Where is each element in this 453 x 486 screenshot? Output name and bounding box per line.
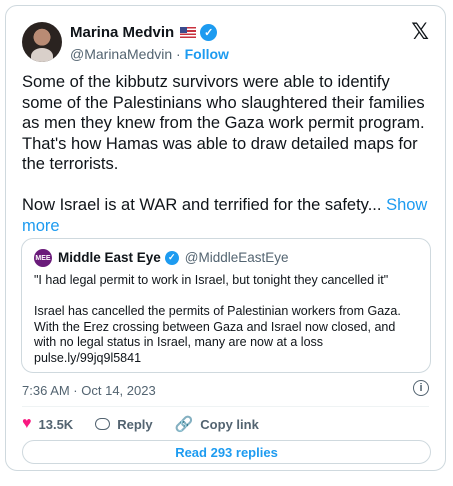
like-count: 13.5K [38,416,74,432]
reply-label: Reply [117,416,153,432]
copy-link-label: Copy link [200,416,259,432]
like-button[interactable]: ♥ 13.5K [22,415,73,433]
quoted-tweet[interactable]: MEE Middle East Eye ✓ @MiddleEastEye "I … [21,238,431,373]
author-name[interactable]: Marina Medvin [70,24,174,41]
read-replies-button[interactable]: Read 293 replies [22,440,431,464]
handle-separator: · [176,46,181,62]
tweet-body: Some of the kibbutz survivors were able … [22,73,425,214]
tweet-timestamp[interactable]: 7:36 AM · Oct 14, 2023 [22,383,156,398]
verified-badge-icon: ✓ [200,24,218,41]
copy-link-button[interactable]: 🔗 Copy link [175,415,259,433]
author-name-row: Marina Medvin ✓ [70,24,218,41]
quote-text: "I had legal permit to work in Israel, b… [34,273,401,365]
info-icon[interactable]: i [413,380,429,396]
author-handle-row: @MarinaMedvin · Follow [70,46,229,62]
link-icon: 🔗 [174,416,194,433]
tweet-text: Some of the kibbutz survivors were able … [22,72,428,236]
reply-button[interactable]: Reply [95,416,153,432]
divider [22,406,429,407]
quote-author-name: Middle East Eye [58,250,161,265]
us-flag-icon [180,27,197,38]
action-bar: ♥ 13.5K Reply 🔗 Copy link [22,415,281,433]
reply-icon [95,418,111,430]
tweet-card: Marina Medvin ✓ @MarinaMedvin · Follow 𝕏… [5,5,446,471]
quote-author-handle: @MiddleEastEye [184,250,289,265]
follow-button[interactable]: Follow [185,46,229,62]
quote-avatar: MEE [34,249,52,267]
heart-icon: ♥ [22,415,32,432]
author-handle[interactable]: @MarinaMedvin [70,46,172,62]
x-logo-icon[interactable]: 𝕏 [411,20,429,45]
quote-verified-icon: ✓ [164,250,179,265]
quote-author-row: Middle East Eye ✓ @MiddleEastEye [58,250,289,265]
author-avatar[interactable] [22,22,62,62]
